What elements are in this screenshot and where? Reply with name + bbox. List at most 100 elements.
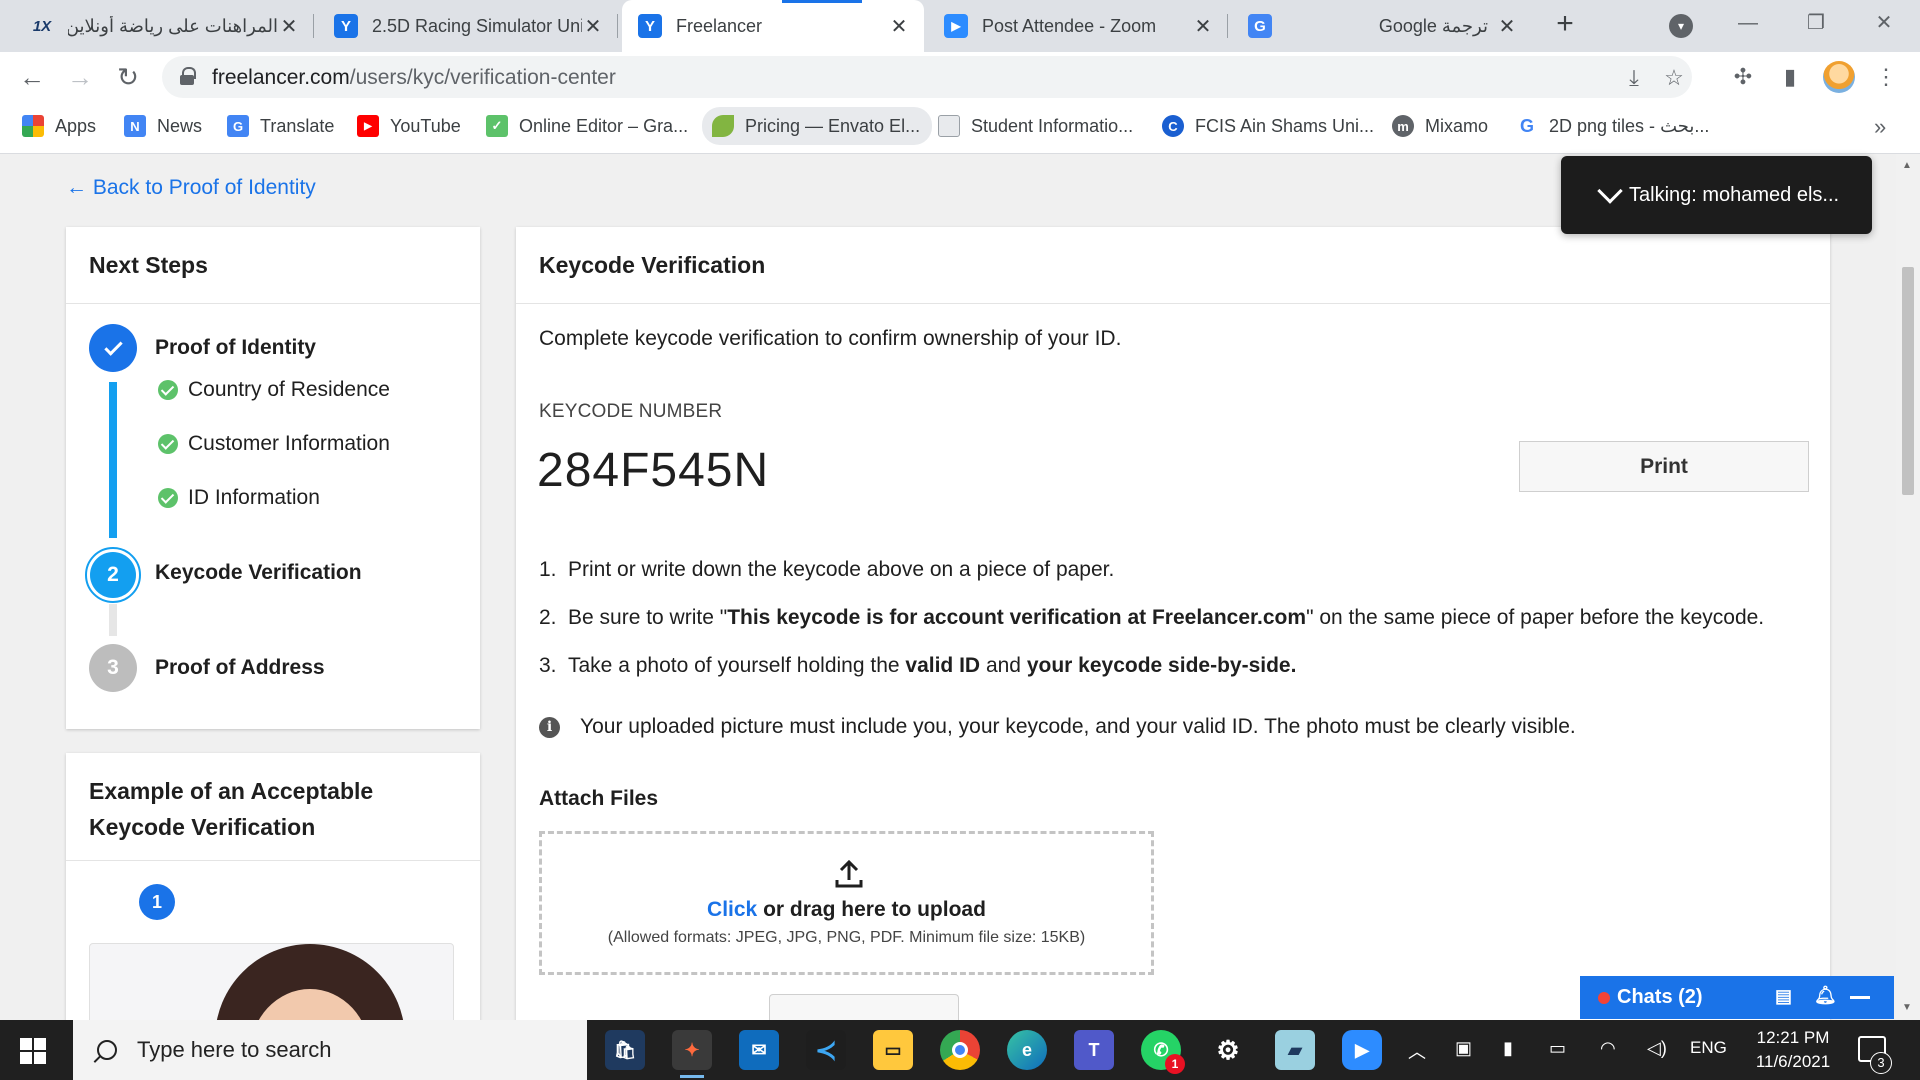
address-bar[interactable]: freelancer.com/users/kyc/verification-ce… bbox=[162, 56, 1692, 98]
bookmark-youtube[interactable]: ▶ YouTube bbox=[357, 102, 461, 150]
bell-icon[interactable]: 🔔︎ bbox=[1814, 985, 1837, 1006]
bookmark-envato[interactable]: Pricing — Envato El... bbox=[702, 107, 933, 145]
vscode-icon[interactable]: ≺ bbox=[806, 1030, 846, 1070]
blender-icon[interactable]: ✦ bbox=[672, 1030, 712, 1078]
wifi-icon[interactable]: ◠ bbox=[1600, 1038, 1616, 1059]
online-status-dot bbox=[1598, 991, 1610, 1004]
substep-label: ID Information bbox=[188, 486, 320, 509]
close-icon[interactable]: ✕ bbox=[888, 14, 910, 39]
substep-label: Country of Residence bbox=[188, 378, 390, 401]
chats-bar[interactable]: Chats (2) ▤ 🔔︎ bbox=[1580, 976, 1894, 1019]
extensions-puzzle-icon[interactable]: ✣ bbox=[1730, 64, 1756, 90]
scroll-down-arrow-icon[interactable]: ▼ bbox=[1902, 1002, 1912, 1013]
page-content: ← Back to Proof of Identity Next Steps P… bbox=[0, 154, 1920, 1020]
close-icon[interactable]: ✕ bbox=[1192, 14, 1214, 39]
bookmark-student-info[interactable]: Student Informatio... bbox=[938, 102, 1133, 150]
chevron-up-icon[interactable]: ︿ bbox=[1408, 1038, 1426, 1064]
youtube-icon: ▶ bbox=[357, 115, 379, 137]
step-proof-of-address: Proof of Address bbox=[155, 656, 325, 679]
photo-requirements-note: i Your uploaded picture must include you… bbox=[539, 715, 1576, 739]
bookmark-label: Translate bbox=[260, 115, 335, 136]
back-arrow-icon[interactable]: ← bbox=[15, 60, 49, 94]
bookmark-label: YouTube bbox=[390, 115, 461, 136]
bookmark-online-editor[interactable]: ✓ Online Editor – Gra... bbox=[486, 102, 688, 150]
substep-label: Customer Information bbox=[188, 432, 390, 455]
meet-now-icon[interactable]: ▣ bbox=[1455, 1038, 1472, 1059]
microphone-icon[interactable]: ▮ bbox=[1503, 1038, 1513, 1059]
chat-compose-icon[interactable]: ▤ bbox=[1775, 986, 1792, 1007]
back-to-proof-of-identity-link[interactable]: ← Back to Proof of Identity bbox=[66, 176, 316, 200]
window-close-button[interactable]: ✕ bbox=[1861, 6, 1907, 40]
language-indicator[interactable]: ENG bbox=[1690, 1038, 1727, 1058]
clock-date: 11/6/2021 bbox=[1755, 1052, 1831, 1071]
taskbar-search-box[interactable]: Type here to search bbox=[73, 1020, 587, 1080]
mail-icon[interactable]: ✉ bbox=[739, 1030, 779, 1070]
clock-time: 12:21 PM bbox=[1756, 1028, 1830, 1047]
substep-id-information: ID Information bbox=[158, 486, 320, 510]
volume-icon[interactable]: ◁) bbox=[1647, 1038, 1667, 1059]
tab-google-translate[interactable]: G Google ترجمة ✕ bbox=[1232, 0, 1532, 52]
store-icon[interactable]: 🛍︎ bbox=[605, 1030, 645, 1070]
file-explorer-icon[interactable]: ▭ bbox=[873, 1030, 913, 1070]
settings-gear-icon[interactable]: ⚙ bbox=[1208, 1030, 1248, 1070]
bookmarks-overflow-icon[interactable]: » bbox=[1874, 114, 1886, 140]
bookmark-fcis[interactable]: C FCIS Ain Shams Uni... bbox=[1162, 102, 1374, 150]
profile-avatar[interactable] bbox=[1823, 61, 1855, 93]
stepper-line-pending bbox=[109, 604, 117, 636]
teams-icon[interactable]: T bbox=[1074, 1030, 1114, 1070]
substep-customer-information: Customer Information bbox=[158, 432, 390, 456]
whatsapp-icon[interactable]: ✆ 1 bbox=[1141, 1030, 1185, 1074]
windows-start-icon[interactable] bbox=[20, 1038, 46, 1064]
url-text[interactable]: freelancer.com/users/kyc/verification-ce… bbox=[212, 66, 616, 90]
file-upload-dropzone[interactable]: Click or drag here to upload (Allowed fo… bbox=[539, 831, 1154, 975]
battery-icon[interactable]: ▭ bbox=[1549, 1038, 1566, 1059]
submit-button[interactable] bbox=[769, 994, 959, 1020]
google-translate-icon: G bbox=[227, 115, 249, 137]
menu-kebab-icon[interactable]: ⋮ bbox=[1873, 64, 1899, 90]
scroll-up-arrow-icon[interactable]: ▲ bbox=[1902, 160, 1912, 171]
bookmark-mixamo[interactable]: m Mixamo bbox=[1392, 102, 1488, 150]
bookmark-news[interactable]: N News bbox=[124, 102, 202, 150]
chevron-down-icon[interactable] bbox=[1597, 178, 1623, 204]
print-button[interactable]: Print bbox=[1519, 441, 1809, 492]
chats-label: Chats (2) bbox=[1617, 986, 1703, 1008]
restore-button[interactable]: ❐ bbox=[1793, 6, 1839, 40]
tab-racing-simulator[interactable]: Y 2.5D Racing Simulator Uni ✕ bbox=[318, 0, 618, 52]
notes-app-icon[interactable]: ▰ bbox=[1275, 1030, 1315, 1070]
forward-arrow-icon[interactable]: → bbox=[63, 60, 97, 94]
minimize-button[interactable]: — bbox=[1725, 6, 1771, 40]
check-circle-icon bbox=[158, 434, 178, 454]
browser-toolbar: ← → ↻ freelancer.com/users/kyc/verificat… bbox=[0, 52, 1920, 102]
clock[interactable]: 12:21 PM 11/6/2021 bbox=[1738, 1026, 1848, 1074]
close-icon[interactable]: ✕ bbox=[582, 14, 604, 39]
check-circle-icon bbox=[158, 380, 178, 400]
bookmark-translate[interactable]: G Translate bbox=[227, 102, 334, 150]
new-tab-button[interactable]: + bbox=[1548, 8, 1582, 42]
tab-search-icon[interactable]: ▾ bbox=[1669, 14, 1693, 38]
bookmark-star-icon[interactable]: ☆ bbox=[1662, 66, 1686, 90]
tab-zoom[interactable]: ▶ Post Attendee - Zoom ✕ bbox=[928, 0, 1228, 52]
edge-icon[interactable]: e bbox=[1007, 1030, 1047, 1070]
bookmark-label: Mixamo bbox=[1425, 115, 1489, 136]
page-scrollbar[interactable]: ▲ ▼ bbox=[1896, 154, 1920, 1020]
tab-freelancer[interactable]: Y Freelancer ✕ bbox=[622, 0, 924, 52]
install-app-icon[interactable]: ⤓ bbox=[1622, 66, 1646, 90]
close-icon[interactable]: ✕ bbox=[1496, 14, 1518, 39]
step-keycode-verification: Keycode Verification bbox=[155, 561, 362, 584]
zoom-talking-indicator[interactable]: Talking: mohamed els... bbox=[1561, 156, 1872, 234]
bookmark-2d-png-tiles[interactable]: G 2D png tiles - بحث... bbox=[1516, 102, 1709, 150]
upload-click-link[interactable]: Click bbox=[707, 898, 757, 921]
tab-betting[interactable]: 1X المراهنات على رياضة أونلاين ✕ bbox=[14, 0, 314, 52]
minimize-chats-icon[interactable] bbox=[1850, 996, 1870, 999]
divider bbox=[66, 860, 480, 861]
close-icon[interactable]: ✕ bbox=[278, 14, 300, 39]
zoom-icon[interactable]: ▶ bbox=[1342, 1030, 1382, 1070]
google-g-icon: G bbox=[1516, 115, 1538, 137]
scroll-thumb[interactable] bbox=[1902, 267, 1914, 495]
side-panel-icon[interactable]: ▮ bbox=[1777, 64, 1803, 90]
chrome-icon[interactable] bbox=[940, 1030, 980, 1070]
reload-icon[interactable]: ↻ bbox=[111, 60, 145, 94]
bookmark-apps[interactable]: Apps bbox=[22, 102, 96, 150]
mixamo-icon: m bbox=[1392, 115, 1414, 137]
tab-title: Google ترجمة bbox=[1378, 15, 1488, 36]
